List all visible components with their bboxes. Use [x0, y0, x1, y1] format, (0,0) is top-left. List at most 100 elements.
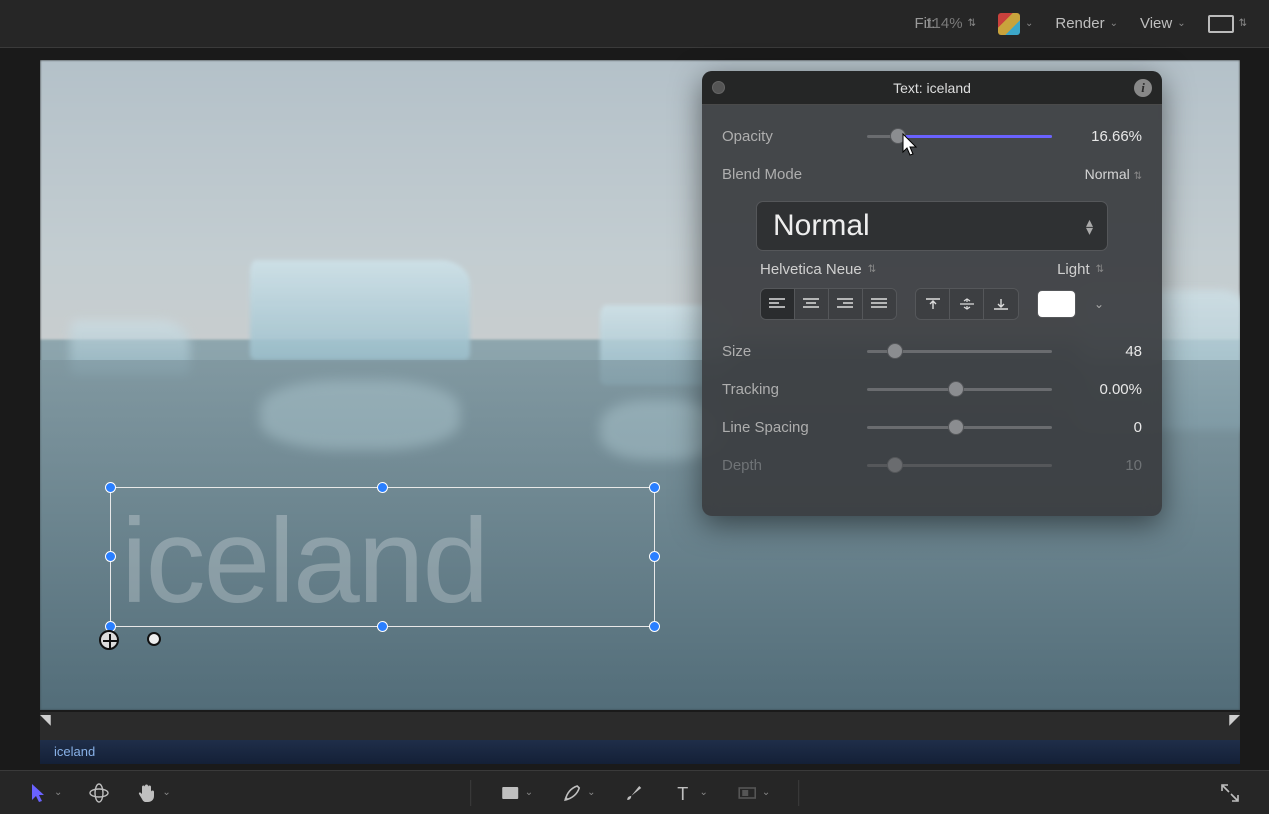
- text-hud[interactable]: Text: iceland i Opacity 16.66% Blend Mod…: [702, 71, 1162, 516]
- timeline-layer-name: iceland: [54, 744, 95, 759]
- font-family-value: Helvetica Neue: [760, 261, 862, 278]
- resize-handle-tl[interactable]: [105, 482, 116, 493]
- pivot-handle[interactable]: [147, 632, 161, 646]
- resize-handle-tm[interactable]: [377, 482, 388, 493]
- shape-tool[interactable]: ⌄: [499, 782, 533, 804]
- text-color-well[interactable]: [1037, 290, 1076, 318]
- opacity-slider[interactable]: [867, 126, 1052, 146]
- chevron-down-icon: ⌄: [762, 787, 770, 798]
- chevron-down-icon: ⌄: [162, 787, 170, 798]
- close-icon[interactable]: [712, 81, 725, 94]
- align-right-button[interactable]: [829, 289, 863, 319]
- depth-row: Depth 10: [722, 446, 1142, 484]
- valign-middle-button[interactable]: [950, 289, 984, 319]
- mask-tool: ⌄: [736, 782, 770, 804]
- color-profile-icon: [998, 13, 1020, 35]
- depth-slider: [867, 455, 1052, 475]
- hud-titlebar[interactable]: Text: iceland i: [702, 71, 1162, 105]
- bottom-toolbar: ⌄ ⌄ ⌄ ⌄ T ⌄ ⌄: [0, 770, 1269, 814]
- font-family-dropdown[interactable]: Helvetica Neue ⇅: [760, 261, 876, 278]
- chevron-down-icon: ⌄: [587, 787, 595, 798]
- blend-mode-value: Normal: [1085, 166, 1130, 182]
- chevron-updown-icon: ⇅: [868, 264, 876, 275]
- size-value[interactable]: 48: [1052, 343, 1142, 360]
- opacity-row: Opacity 16.66%: [722, 117, 1142, 155]
- view-dropdown[interactable]: View ⌄: [1140, 15, 1186, 32]
- hud-title: Text: iceland: [893, 80, 971, 96]
- size-row: Size 48: [722, 332, 1142, 370]
- brush-tool[interactable]: [624, 782, 646, 804]
- align-left-button[interactable]: [761, 289, 795, 319]
- chevron-down-icon: ⌄: [1177, 18, 1185, 29]
- chevron-down-icon: ⌄: [54, 787, 62, 798]
- chevron-updown-icon: ⇅: [1134, 171, 1142, 182]
- text-layer-selection[interactable]: iceland: [110, 487, 655, 627]
- select-tool[interactable]: ⌄: [28, 782, 62, 804]
- fit-value: 114%: [925, 15, 962, 32]
- size-label: Size: [722, 343, 867, 360]
- text-tool[interactable]: T ⌄: [674, 782, 708, 804]
- chevron-updown-icon: ▴▾: [1086, 218, 1093, 234]
- render-dropdown[interactable]: Render ⌄: [1055, 15, 1118, 32]
- 3d-transform-tool[interactable]: [88, 782, 110, 804]
- size-slider[interactable]: [867, 341, 1052, 361]
- aspect-dropdown[interactable]: ⇅: [1208, 15, 1247, 33]
- anchor-point-icon[interactable]: [99, 630, 119, 650]
- in-marker-icon[interactable]: ◤: [40, 711, 51, 728]
- timeline-layer[interactable]: iceland: [40, 740, 1240, 764]
- chevron-down-icon[interactable]: ⌄: [1094, 297, 1104, 311]
- render-label: Render: [1055, 15, 1104, 32]
- chevron-updown-icon: ⇅: [968, 18, 976, 29]
- blend-mode-row: Blend Mode Normal ⇅: [722, 155, 1142, 193]
- tracking-slider[interactable]: [867, 379, 1052, 399]
- opacity-value[interactable]: 16.66%: [1052, 128, 1142, 145]
- aspect-icon: [1208, 15, 1234, 33]
- fullscreen-icon[interactable]: [1219, 782, 1241, 804]
- out-marker-icon[interactable]: ◤: [1229, 711, 1240, 728]
- text-style-value: Normal: [773, 209, 870, 243]
- resize-handle-mr[interactable]: [649, 551, 660, 562]
- fit-dropdown[interactable]: Fit: 114% ⇅: [914, 15, 976, 32]
- blend-mode-label: Blend Mode: [722, 166, 867, 183]
- text-format-row: ⌄: [722, 288, 1142, 332]
- align-center-button[interactable]: [795, 289, 829, 319]
- chevron-updown-icon: ⇅: [1239, 18, 1247, 29]
- valign-top-button[interactable]: [916, 289, 950, 319]
- chevron-down-icon: ⌄: [700, 787, 708, 798]
- chevron-down-icon: ⌄: [1110, 18, 1118, 29]
- resize-handle-bm[interactable]: [377, 621, 388, 632]
- font-weight-dropdown[interactable]: Light ⇅: [1057, 261, 1104, 278]
- tracking-label: Tracking: [722, 381, 867, 398]
- resize-handle-tr[interactable]: [649, 482, 660, 493]
- align-justify-button[interactable]: [863, 289, 897, 319]
- tracking-row: Tracking 0.00%: [722, 370, 1142, 408]
- linespacing-slider[interactable]: [867, 417, 1052, 437]
- tracking-value[interactable]: 0.00%: [1052, 381, 1142, 398]
- depth-label: Depth: [722, 457, 867, 474]
- info-icon[interactable]: i: [1134, 79, 1152, 97]
- linespacing-label: Line Spacing: [722, 419, 867, 436]
- pan-tool[interactable]: ⌄: [136, 782, 170, 804]
- chevron-down-icon: ⌄: [525, 787, 533, 798]
- timeline-ruler[interactable]: ◤ ◤: [40, 712, 1240, 740]
- color-profile-dropdown[interactable]: ⌄: [998, 13, 1033, 35]
- font-weight-value: Light: [1057, 261, 1090, 278]
- chevron-updown-icon: ⇅: [1096, 264, 1104, 275]
- vertical-align-segment: [915, 288, 1018, 320]
- view-label: View: [1140, 15, 1172, 32]
- svg-text:T: T: [678, 784, 689, 804]
- valign-bottom-button[interactable]: [984, 289, 1018, 319]
- linespacing-row: Line Spacing 0: [722, 408, 1142, 446]
- canvas-text[interactable]: iceland: [121, 492, 487, 630]
- text-style-select[interactable]: Normal ▴▾: [756, 201, 1108, 251]
- blend-mode-dropdown[interactable]: Normal ⇅: [1085, 166, 1142, 182]
- depth-value: 10: [1052, 457, 1142, 474]
- resize-handle-ml[interactable]: [105, 551, 116, 562]
- font-row: Helvetica Neue ⇅ Light ⇅: [722, 261, 1142, 288]
- top-toolbar: Fit: 114% ⇅ ⌄ Render ⌄ View ⌄ ⇅: [0, 0, 1269, 48]
- chevron-down-icon: ⌄: [1025, 18, 1033, 29]
- resize-handle-br[interactable]: [649, 621, 660, 632]
- linespacing-value[interactable]: 0: [1052, 419, 1142, 436]
- pen-tool[interactable]: ⌄: [561, 782, 595, 804]
- text-align-segment: [760, 288, 897, 320]
